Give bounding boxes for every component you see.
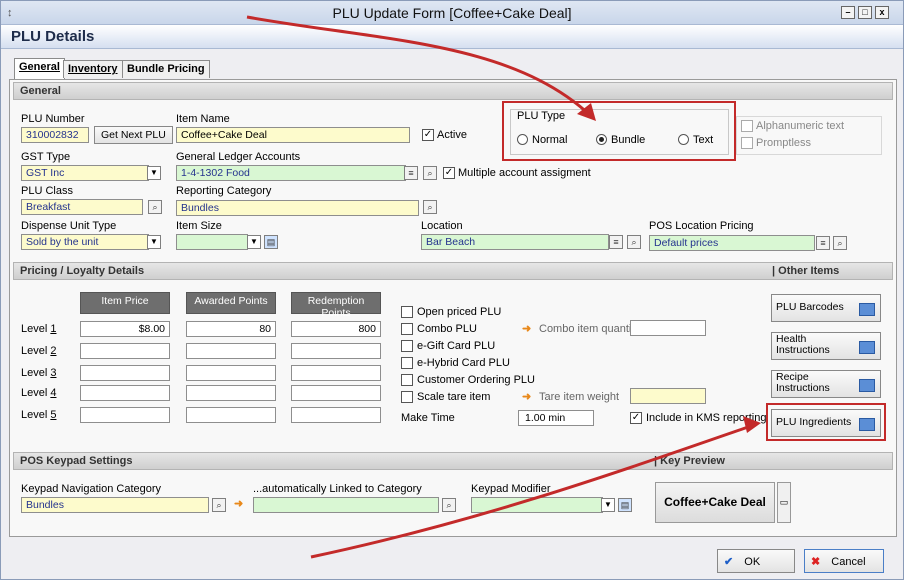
annotation-arrows (246, 15, 761, 559)
annotation-arrowhead-bottom (743, 416, 761, 433)
annotation-arrow-top (246, 15, 593, 118)
annotation-arrow-bottom (310, 424, 752, 559)
plu-update-window: ↕ PLU Update Form [Coffee+Cake Deal] – □… (0, 0, 904, 580)
